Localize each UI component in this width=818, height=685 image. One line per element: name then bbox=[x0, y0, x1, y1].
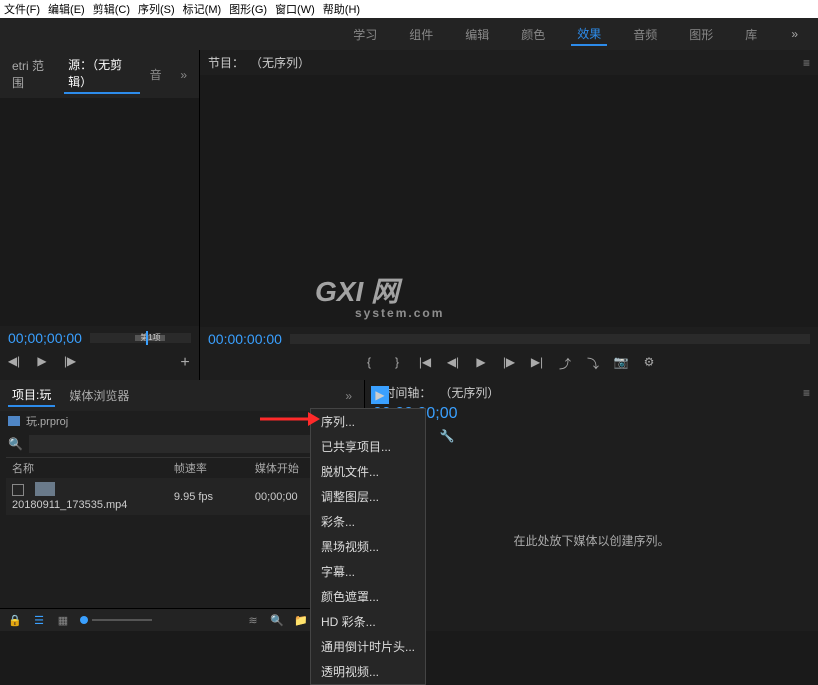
timeline-menu-icon[interactable]: ≡ bbox=[803, 386, 810, 400]
annotation-arrow bbox=[260, 410, 320, 428]
source-track-label: 第1项 bbox=[135, 335, 165, 341]
list-view-icon[interactable]: ☰ bbox=[32, 613, 46, 627]
timeline-tools: ⌐ ∩ ◆ 🔧 bbox=[365, 423, 818, 449]
timeline-title: （无序列） bbox=[439, 384, 499, 401]
mi-hd-bars[interactable]: HD 彩条... bbox=[311, 609, 425, 634]
menu-sequence[interactable]: 序列(S) bbox=[138, 1, 175, 17]
program-panel: 节目： （无序列） ≡ 00:00:00:00 { } |◀ ◀| ▶ |▶ ▶… bbox=[200, 50, 818, 380]
program-title: （无序列） bbox=[250, 54, 310, 71]
add-icon[interactable]: + bbox=[177, 354, 193, 372]
auto-sequence-icon[interactable]: ≋ bbox=[246, 613, 260, 627]
tab-media-browser[interactable]: 媒体浏览器 bbox=[65, 385, 133, 406]
mi-transparent[interactable]: 透明视频... bbox=[311, 659, 425, 684]
menu-marker[interactable]: 标记(M) bbox=[183, 1, 222, 17]
ws-graphics[interactable]: 图形 bbox=[683, 24, 719, 45]
selection-tool-icon[interactable]: ▶ bbox=[371, 386, 389, 404]
program-menu-icon[interactable]: ≡ bbox=[803, 56, 810, 70]
new-bin2-icon[interactable]: 📁 bbox=[294, 613, 308, 627]
source-playhead[interactable] bbox=[146, 331, 148, 345]
ws-learn[interactable]: 学习 bbox=[347, 24, 383, 45]
tab-lumetri[interactable]: etri 范围 bbox=[8, 55, 54, 93]
clip-name: 20180911_173535.mp4 bbox=[12, 499, 127, 511]
ws-audio[interactable]: 音频 bbox=[627, 24, 663, 45]
project-tabs: 项目:玩 媒体浏览器 » bbox=[0, 380, 364, 411]
ws-libraries[interactable]: 库 bbox=[739, 24, 763, 45]
timeline-timecode[interactable]: 00;00;00;00 bbox=[365, 405, 818, 423]
mi-leader[interactable]: 通用倒计时片头... bbox=[311, 634, 425, 659]
program-track[interactable] bbox=[290, 334, 810, 344]
lock-icon[interactable]: 🔒 bbox=[8, 613, 22, 627]
find-icon[interactable]: 🔍 bbox=[270, 613, 284, 627]
source-panel: etri 范围 源：（无剪辑） 音 » 00;00;00;00 第1项 ◀| ▶… bbox=[0, 50, 200, 380]
clip-fps: 9.95 fps bbox=[174, 491, 255, 503]
icon-view-icon[interactable]: ▦ bbox=[56, 613, 70, 627]
mi-shared-project[interactable]: 已共享项目... bbox=[311, 434, 425, 459]
mi-bars[interactable]: 彩条... bbox=[311, 509, 425, 534]
timeline-drop-hint: 在此处放下媒体以创建序列。 bbox=[513, 532, 669, 549]
program-title-prefix: 节目： bbox=[208, 54, 244, 71]
project-tabs-more[interactable]: » bbox=[345, 389, 356, 403]
ws-effects[interactable]: 效果 bbox=[571, 23, 607, 46]
mi-color-matte[interactable]: 颜色遮罩... bbox=[311, 584, 425, 609]
project-crumb: 玩.prproj bbox=[26, 413, 68, 429]
mi-offline-file[interactable]: 脱机文件... bbox=[311, 459, 425, 484]
row-checkbox[interactable] bbox=[12, 484, 24, 496]
new-item-menu: 序列... 已共享项目... 脱机文件... 调整图层... 彩条... 黑场视… bbox=[310, 408, 426, 685]
go-in-icon[interactable]: |◀ bbox=[417, 355, 433, 372]
menu-file[interactable]: 文件(F) bbox=[4, 1, 40, 17]
ws-more[interactable]: » bbox=[783, 25, 806, 43]
ws-color[interactable]: 颜色 bbox=[515, 24, 551, 45]
program-controls: { } |◀ ◀| ▶ |▶ ▶| ⤴ ⤵ 📷 ⚙ bbox=[200, 351, 818, 380]
export-frame-icon[interactable]: 📷 bbox=[613, 355, 629, 372]
source-monitor bbox=[0, 98, 199, 326]
mi-black-video[interactable]: 黑场视频... bbox=[311, 534, 425, 559]
clip-thumbnail bbox=[35, 482, 55, 496]
play2-icon[interactable]: ▶ bbox=[473, 355, 489, 372]
step-fwd2-icon[interactable]: |▶ bbox=[501, 355, 517, 372]
menu-edit[interactable]: 编辑(E) bbox=[48, 1, 85, 17]
timeline-panel: × 时间轴： （无序列） ≡ 00;00;00;00 ⌐ ∩ ◆ 🔧 在此处放下… bbox=[365, 380, 818, 631]
project-row[interactable]: 20180911_173535.mp4 9.95 fps 00;00;00 bbox=[6, 478, 358, 515]
menu-help[interactable]: 帮助(H) bbox=[323, 1, 360, 17]
tab-project[interactable]: 项目:玩 bbox=[8, 384, 55, 407]
mi-captions[interactable]: 字幕... bbox=[311, 559, 425, 584]
col-fps[interactable]: 帧速率 bbox=[174, 460, 255, 476]
step-fwd-icon[interactable]: |▶ bbox=[62, 354, 78, 372]
program-monitor bbox=[200, 75, 818, 327]
menu-clip[interactable]: 剪辑(C) bbox=[93, 1, 130, 17]
source-track[interactable]: 第1项 bbox=[90, 333, 191, 343]
mark-out-icon[interactable]: } bbox=[389, 355, 405, 372]
source-tab-audio[interactable]: 音 » bbox=[150, 66, 191, 83]
tab-source[interactable]: 源：（无剪辑） bbox=[64, 54, 140, 94]
ws-assembly[interactable]: 组件 bbox=[403, 24, 439, 45]
timeline-drop-area[interactable]: 在此处放下媒体以创建序列。 bbox=[365, 449, 818, 631]
play-icon[interactable]: ▶ bbox=[34, 354, 50, 372]
extract-icon[interactable]: ⤵ bbox=[585, 355, 601, 372]
source-timecode[interactable]: 00;00;00;00 bbox=[8, 330, 82, 346]
program-timecode[interactable]: 00:00:00:00 bbox=[208, 331, 282, 347]
mi-adjustment-layer[interactable]: 调整图层... bbox=[311, 484, 425, 509]
settings-icon2[interactable]: 🔧 bbox=[440, 429, 455, 443]
menu-window[interactable]: 窗口(W) bbox=[275, 1, 315, 17]
step-back2-icon[interactable]: ◀| bbox=[445, 355, 461, 372]
mark-in-icon[interactable]: { bbox=[361, 355, 377, 372]
lift-icon[interactable]: ⤴ bbox=[557, 355, 573, 372]
ws-editing[interactable]: 编辑 bbox=[459, 24, 495, 45]
search-input[interactable] bbox=[29, 435, 336, 453]
menu-graphics[interactable]: 图形(G) bbox=[229, 1, 267, 17]
folder-icon bbox=[8, 416, 20, 426]
workspace-bar: 学习 组件 编辑 颜色 效果 音频 图形 库 » bbox=[0, 18, 818, 50]
mi-sequence[interactable]: 序列... bbox=[311, 409, 425, 434]
zoom-slider[interactable] bbox=[80, 616, 152, 624]
search-icon[interactable]: 🔍 bbox=[8, 437, 23, 451]
step-back-icon[interactable]: ◀| bbox=[6, 354, 22, 372]
col-name[interactable]: 名称 bbox=[12, 460, 174, 476]
source-tabs: etri 范围 源：（无剪辑） 音 » bbox=[0, 50, 199, 98]
source-controls: ◀| ▶ |▶ + bbox=[0, 350, 199, 380]
go-out-icon[interactable]: ▶| bbox=[529, 355, 545, 372]
settings-icon[interactable]: ⚙ bbox=[641, 355, 657, 372]
menubar: 文件(F) 编辑(E) 剪辑(C) 序列(S) 标记(M) 图形(G) 窗口(W… bbox=[0, 0, 818, 18]
